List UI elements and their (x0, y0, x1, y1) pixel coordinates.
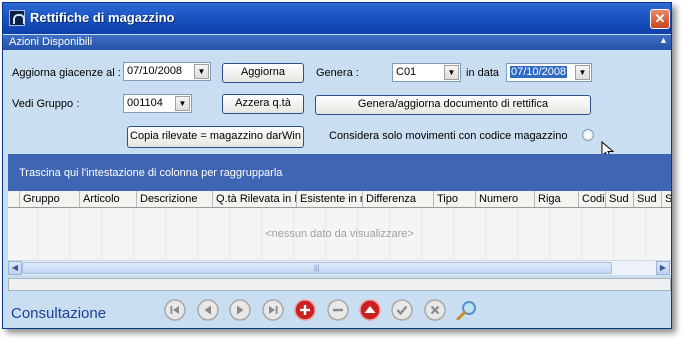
copia-rilevate-button[interactable]: Copia rilevate = magazzino darWin (127, 126, 304, 148)
scroll-left-icon[interactable]: ◀ (8, 261, 22, 275)
in-data-date-picker[interactable]: 07/10/2008 ▼ (506, 63, 592, 82)
status-area (8, 278, 671, 291)
remove-icon (327, 299, 349, 321)
column-header[interactable]: Descrizione (137, 191, 213, 207)
next-icon (229, 299, 251, 321)
add-icon (294, 299, 316, 321)
actions-section-label: Azioni Disponibili (9, 36, 93, 48)
cancel-icon (424, 299, 446, 321)
mode-title: Consultazione (11, 305, 107, 322)
cancel-button[interactable] (424, 299, 446, 321)
search-button[interactable] (455, 299, 477, 321)
chevron-down-icon[interactable]: ▼ (175, 96, 190, 111)
main-window: Rettifiche di magazzino ✕ Azioni Disponi… (2, 2, 672, 329)
column-header[interactable]: Differenza (363, 191, 434, 207)
column-header[interactable]: S (662, 191, 671, 207)
considera-label: Considera solo movimenti con codice maga… (329, 130, 568, 142)
confirm-button[interactable] (391, 299, 413, 321)
in-data-value: 07/10/2008 (510, 66, 568, 78)
aggiorna-date-picker[interactable]: 07/10/2008 ▼ (123, 62, 211, 81)
aggiorna-giacenze-label: Aggiorna giacenze al : (12, 67, 121, 79)
next-record-button[interactable] (229, 299, 251, 321)
chevron-down-icon[interactable]: ▼ (444, 65, 459, 80)
column-header[interactable]: Riga (535, 191, 579, 207)
aggiorna-date-value: 07/10/2008 (127, 65, 183, 77)
genera-value: C01 (396, 66, 417, 78)
genera-documento-button[interactable]: Genera/aggiorna documento di rettifica (315, 95, 591, 115)
group-by-hint: Trascina qui l'intestazione di colonna p… (19, 167, 283, 179)
title-bar: Rettifiche di magazzino ✕ (3, 3, 671, 34)
scroll-grip-icon: ||| (314, 265, 320, 272)
last-icon (262, 299, 284, 321)
confirm-icon (391, 299, 413, 321)
edit-up-button[interactable] (359, 299, 381, 321)
search-icon (456, 301, 476, 321)
genera-select[interactable]: C01 ▼ (392, 63, 461, 82)
azzera-button[interactable]: Azzera q.tà (222, 94, 304, 114)
vedi-gruppo-select[interactable]: 001104 ▼ (123, 94, 192, 113)
vedi-gruppo-value: 001104 (127, 97, 163, 109)
column-header[interactable]: Sud (634, 191, 662, 207)
first-icon (164, 299, 186, 321)
first-record-button[interactable] (164, 299, 186, 321)
genera-label: Genera : (316, 67, 359, 79)
column-header[interactable]: Esistente in m (297, 191, 363, 207)
column-header[interactable]: Articolo (80, 191, 137, 207)
scroll-right-icon[interactable]: ▶ (656, 261, 670, 275)
add-record-button[interactable] (294, 299, 316, 321)
scroll-thumb[interactable]: ||| (22, 262, 612, 274)
considera-radio[interactable] (582, 129, 594, 141)
close-button[interactable]: ✕ (650, 9, 670, 29)
collapse-icon[interactable]: ▲ (659, 35, 668, 45)
actions-section-bar[interactable]: Azioni Disponibili ▲ (3, 35, 671, 50)
window-title: Rettifiche di magazzino (30, 10, 175, 25)
aggiorna-button[interactable]: Aggiorna (222, 63, 304, 83)
row-selector-header (8, 191, 20, 207)
horizontal-scrollbar[interactable]: ◀ ||| ▶ (8, 260, 671, 275)
empty-grid-message: <nessun dato da visualizzare> (265, 228, 414, 240)
grid-body[interactable]: <nessun dato da visualizzare> (8, 208, 671, 260)
app-icon (9, 10, 25, 26)
chevron-down-icon[interactable]: ▼ (575, 65, 590, 80)
previous-icon (197, 299, 219, 321)
column-header[interactable]: Numero (476, 191, 535, 207)
column-header-row: Gruppo Articolo Descrizione Q.tà Rilevat… (8, 191, 671, 208)
last-record-button[interactable] (262, 299, 284, 321)
chevron-down-icon[interactable]: ▼ (194, 64, 209, 79)
column-header[interactable]: Codi (579, 191, 606, 207)
column-header[interactable]: Tipo (434, 191, 476, 207)
remove-record-button[interactable] (327, 299, 349, 321)
in-data-label: in data (466, 67, 500, 79)
group-by-area[interactable]: Trascina qui l'intestazione di colonna p… (8, 154, 671, 191)
column-header[interactable]: Q.tà Rilevata in Ib (213, 191, 297, 207)
vedi-gruppo-label: Vedi Gruppo : (12, 98, 80, 110)
column-header[interactable]: Gruppo (20, 191, 80, 207)
previous-record-button[interactable] (197, 299, 219, 321)
column-header[interactable]: Sud (606, 191, 634, 207)
up-icon (359, 299, 381, 321)
